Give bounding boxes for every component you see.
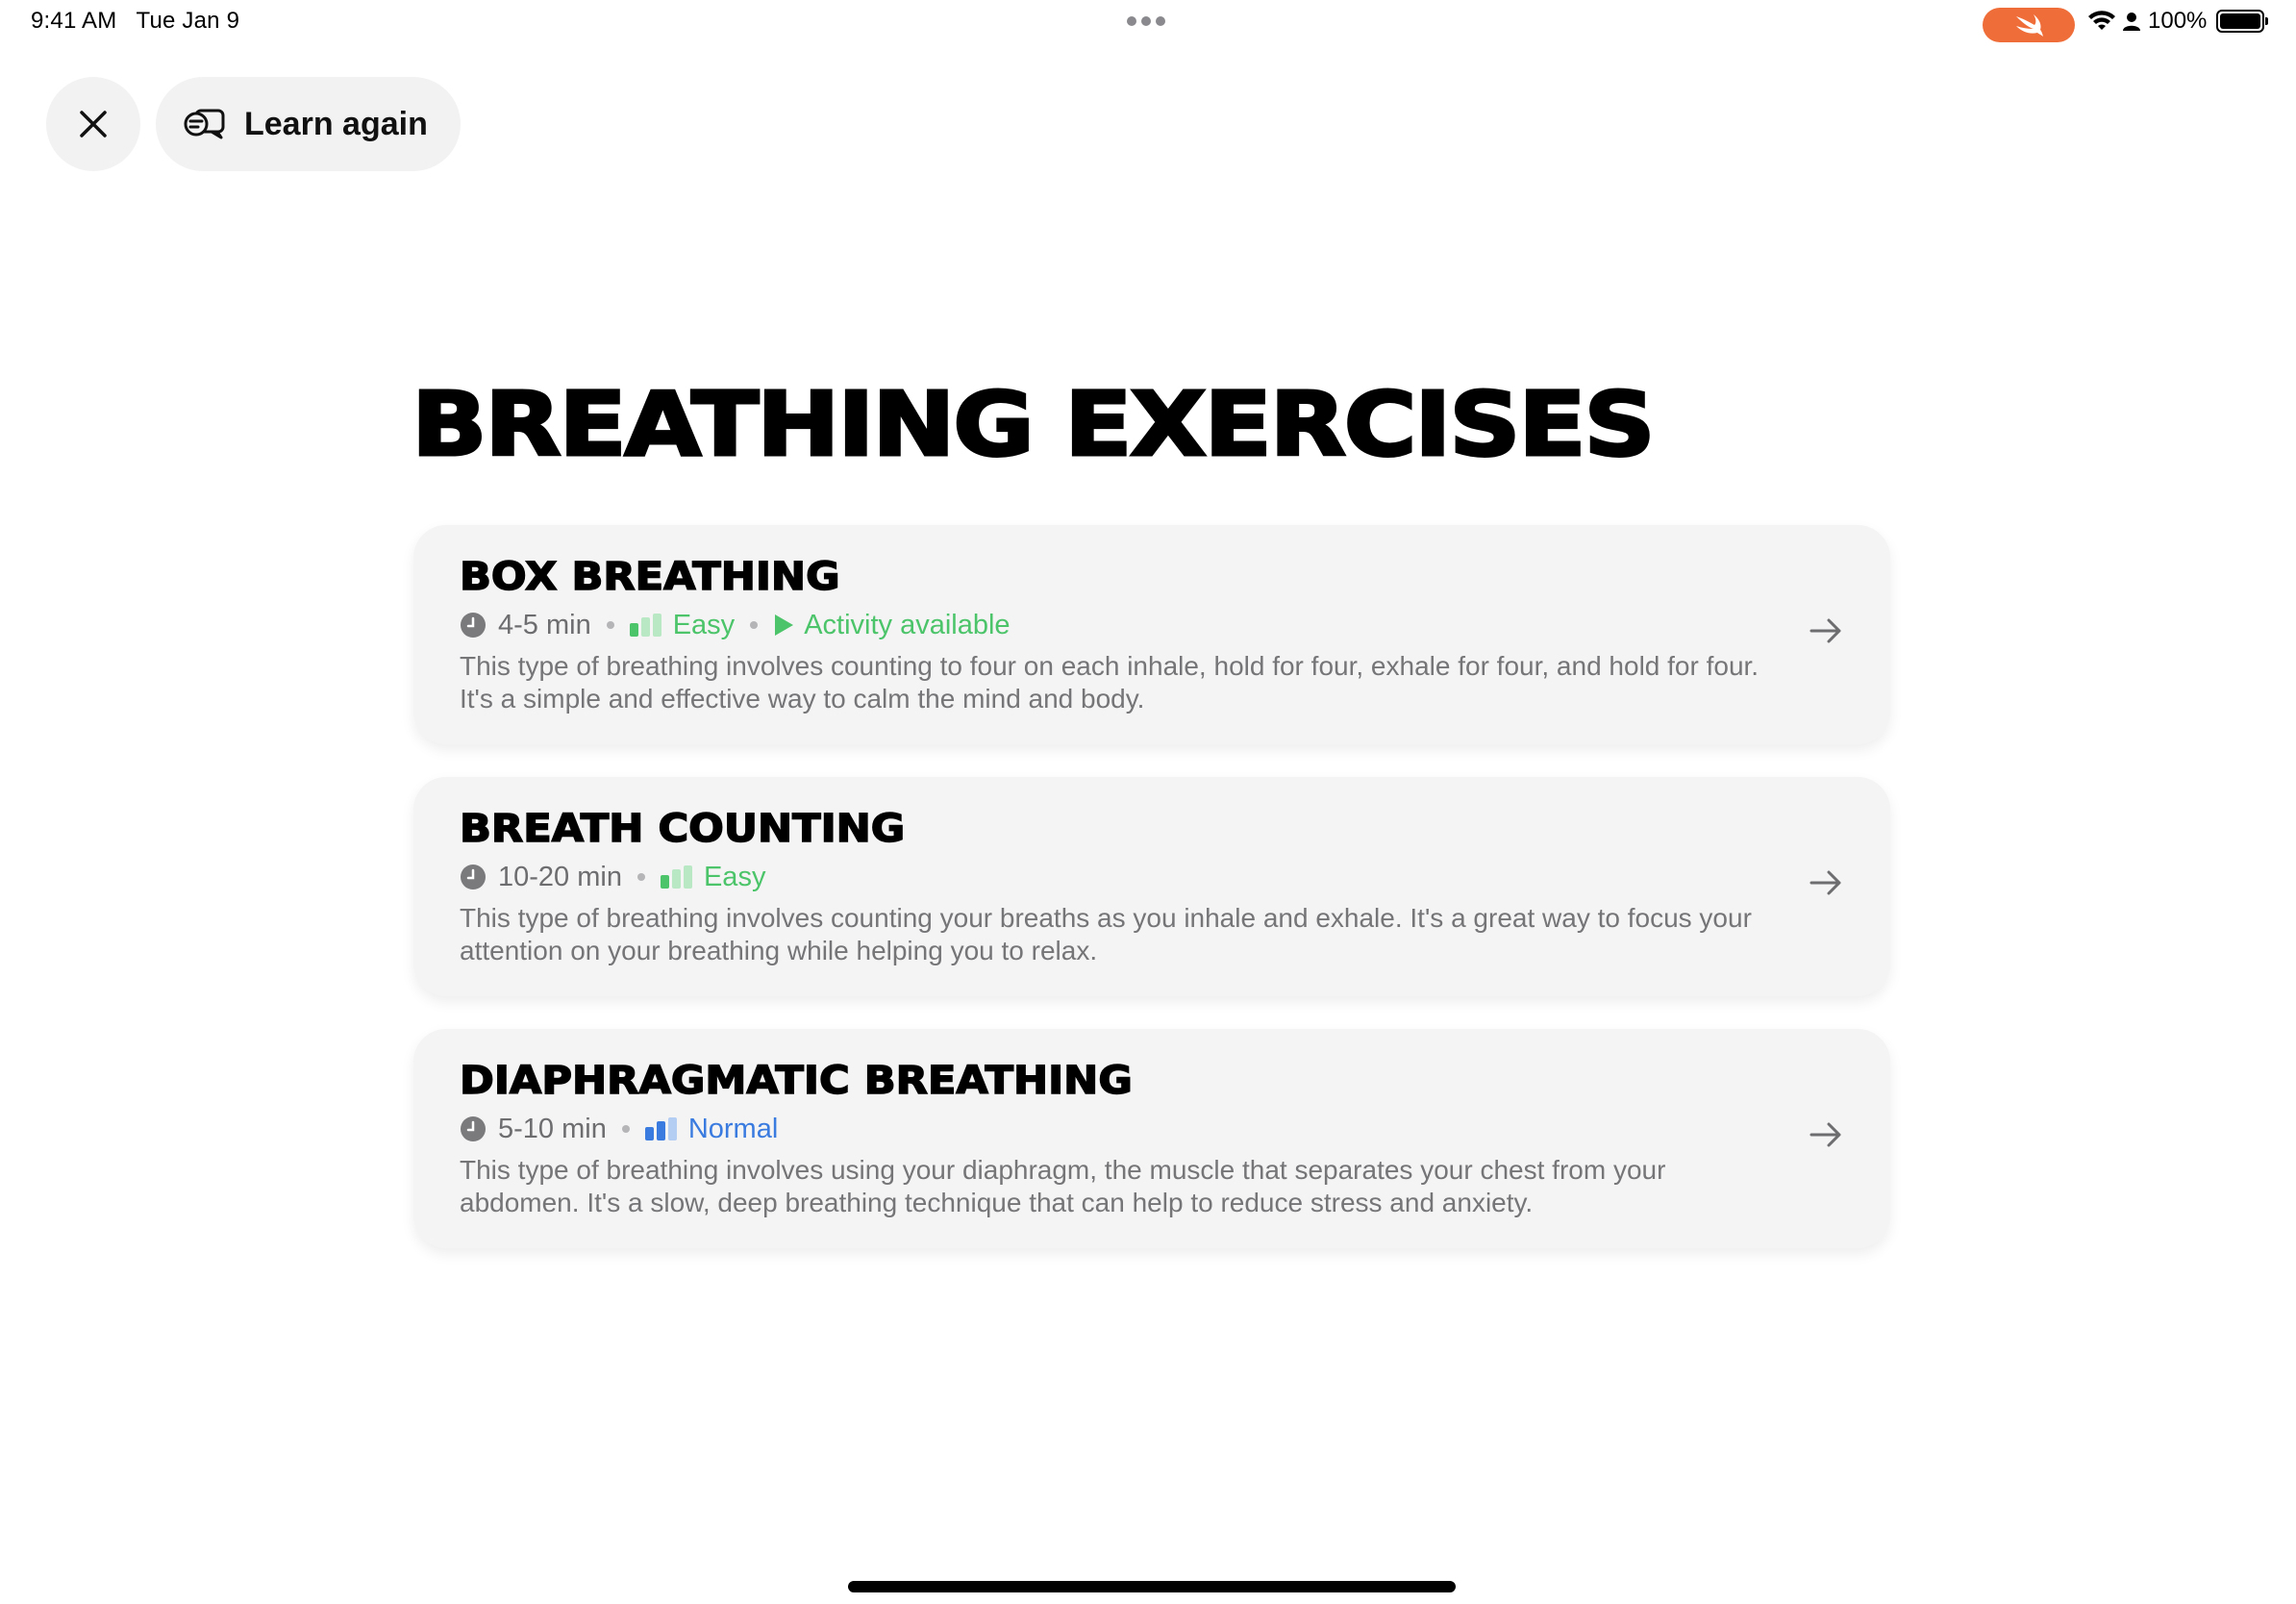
clock-icon: [460, 612, 487, 639]
exercise-duration: 5-10 min: [498, 1113, 607, 1144]
swift-icon: [2016, 14, 2043, 37]
battery-percent: 100%: [2148, 8, 2208, 34]
arrow-right-icon: [1809, 870, 1841, 895]
difficulty-bars-icon: [629, 614, 661, 637]
arrow-right-icon: [1809, 618, 1841, 643]
exercise-card-box-breathing[interactable]: BOX BREATHING 4-5 min Easy Activity avai…: [413, 525, 1890, 744]
exercise-meta: 4-5 min Easy Activity available: [460, 606, 1844, 644]
battery-icon: [2216, 10, 2269, 33]
swift-playgrounds-indicator[interactable]: [1983, 8, 2075, 42]
clock-icon: [460, 1115, 487, 1142]
activity-available: Activity available: [773, 609, 1011, 641]
status-bar-time: 9:41 AM Tue Jan 9: [31, 8, 239, 35]
exercise-card-breath-counting[interactable]: BREATH COUNTING 10-20 min Easy This type…: [413, 777, 1890, 996]
close-button[interactable]: [46, 77, 140, 171]
home-indicator[interactable]: [848, 1581, 1456, 1592]
exercise-description: This type of breathing involves using yo…: [460, 1155, 1666, 1217]
exercise-title: DIAPHRAGMATIC BREATHING: [459, 1058, 1133, 1104]
wifi-icon: [2088, 11, 2115, 30]
exercise-meta: 10-20 min Easy: [460, 858, 1844, 896]
page-title: BREATHING EXERCISES: [410, 372, 1657, 478]
status-time: 9:41 AM: [31, 8, 117, 34]
play-icon: [775, 614, 794, 636]
exercise-title: BOX BREATHING: [459, 554, 840, 600]
difficulty-label: Easy: [672, 609, 736, 640]
clock-icon: [460, 864, 487, 890]
difficulty-bars-icon: [644, 1117, 677, 1140]
status-date: Tue Jan 9: [136, 8, 240, 34]
exercise-card-diaphragmatic-breathing[interactable]: DIAPHRAGMATIC BREATHING 5-10 min Normal …: [413, 1029, 1890, 1248]
exercise-title: BREATH COUNTING: [459, 806, 906, 852]
status-indicators: 100%: [2088, 8, 2269, 35]
learn-chat-icon: [184, 109, 225, 139]
person-icon: [2123, 13, 2140, 31]
difficulty-label: Normal: [687, 1113, 779, 1144]
multitasking-dots[interactable]: [1127, 16, 1165, 26]
difficulty-label: Easy: [703, 861, 766, 892]
exercise-duration: 4-5 min: [498, 609, 591, 640]
exercise-duration: 10-20 min: [498, 861, 622, 892]
close-icon: [80, 111, 107, 138]
arrow-right-icon: [1809, 1122, 1841, 1147]
activity-label: Activity available: [804, 609, 1011, 640]
exercise-description: This type of breathing involves counting…: [460, 903, 1752, 965]
difficulty-bars-icon: [660, 865, 692, 889]
learn-again-label: Learn again: [244, 105, 428, 142]
exercise-description: This type of breathing involves counting…: [460, 651, 1759, 714]
exercise-meta: 5-10 min Normal: [460, 1110, 1844, 1148]
learn-again-button[interactable]: Learn again: [156, 77, 461, 171]
